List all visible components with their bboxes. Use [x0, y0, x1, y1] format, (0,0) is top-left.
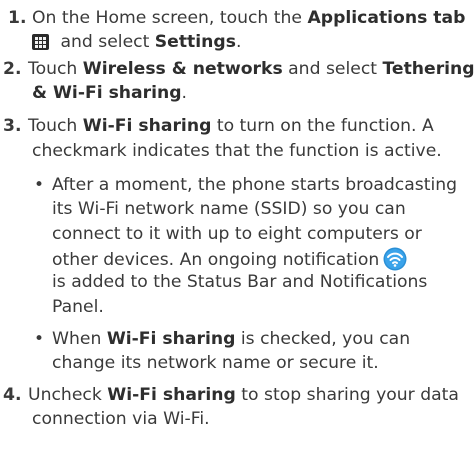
bullet-1-line-4: other devices. An ongoing notification — [52, 247, 407, 271]
bullet-2-text-2: is checked, you can — [235, 329, 411, 349]
bullet-2-line-1: When Wi-Fi sharing is checked, you can — [52, 328, 410, 350]
step-2-number: 2. — [3, 59, 22, 79]
bullet-1-symbol: • — [34, 175, 45, 195]
step-1-period: . — [235, 32, 242, 52]
step-2-text: Touch — [28, 59, 83, 79]
step-3-line-1: Touch Wi-Fi sharing to turn on the funct… — [28, 115, 434, 137]
step-4-line-2: connection via Wi-Fi. — [32, 409, 210, 429]
bullet-1-line-6: Panel. — [52, 297, 104, 317]
bullet-2-line-2: change its network name or secure it. — [52, 353, 379, 373]
step-3-bold-wifi-sharing: Wi-Fi sharing — [82, 116, 212, 136]
step-4-text: Uncheck — [28, 385, 108, 405]
bullet-1-line-1: After a moment, the phone starts broadca… — [52, 175, 458, 195]
step-2-bold-wireless: Wireless & networks — [82, 59, 283, 79]
step-4-bold-wifi-sharing: Wi-Fi sharing — [107, 385, 236, 405]
bullet-1-line-4-text: other devices. An ongoing notification — [52, 250, 380, 270]
applications-grid-icon — [32, 34, 49, 50]
step-1-line-2: and select Settings. — [32, 31, 241, 53]
step-1-bold-settings: Settings — [154, 32, 236, 52]
bullet-1-line-3: connect to it with up to eight computers… — [52, 224, 422, 244]
bullet-2-symbol: • — [34, 329, 45, 349]
step-2-bold-tethering: Tethering — [382, 59, 475, 79]
step-1-line-1: On the Home screen, touch the Applicatio… — [32, 7, 465, 29]
step-3-text-2: to turn on the function. A — [211, 116, 434, 136]
step-1-text: On the Home screen, touch the — [32, 8, 308, 28]
step-2-text-2: and select — [282, 59, 383, 79]
step-3-text: Touch — [28, 116, 83, 136]
step-4-line-1: Uncheck Wi-Fi sharing to stop sharing yo… — [28, 384, 459, 406]
step-1-number: 1. — [8, 8, 27, 28]
step-1-bold-applications-tab: Applications tab — [307, 8, 466, 28]
step-2-bold-wifi-sharing: & Wi-Fi sharing — [32, 83, 182, 103]
step-4-number: 4. — [3, 385, 22, 405]
step-2-line-1: Touch Wireless & networks and select Tet… — [28, 58, 475, 80]
step-3-number: 3. — [3, 116, 22, 136]
bullet-2-bold-wifi-sharing: Wi-Fi sharing — [106, 329, 236, 349]
step-1-text-2: and select — [55, 32, 155, 52]
step-4-text-2: to stop sharing your data — [235, 385, 459, 405]
step-2-period: . — [181, 83, 188, 103]
bullet-2-text: When — [52, 329, 107, 349]
bullet-1-line-5: is added to the Status Bar and Notificat… — [52, 272, 428, 292]
wifi-notification-icon — [383, 247, 407, 271]
step-2-line-2: & Wi-Fi sharing. — [32, 82, 187, 104]
bullet-1-line-2: its Wi-Fi network name (SSID) so you can — [52, 199, 406, 219]
step-3-line-2: checkmark indicates that the function is… — [32, 141, 442, 161]
